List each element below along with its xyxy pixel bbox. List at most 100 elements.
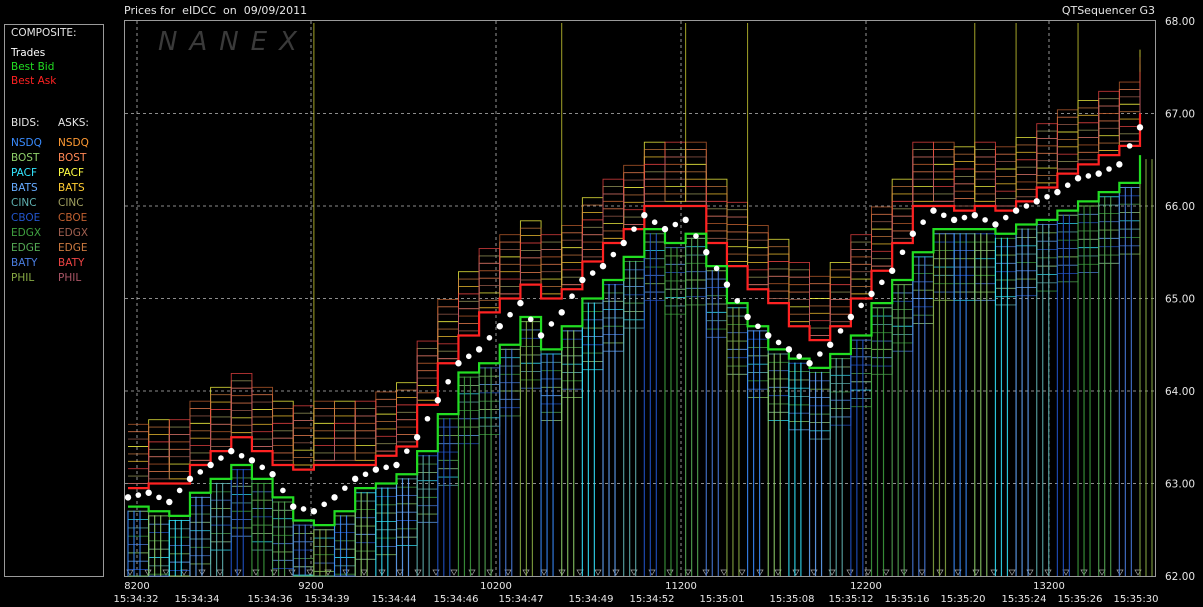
trade-point xyxy=(413,434,421,441)
trade-point xyxy=(517,299,524,307)
trade-point xyxy=(631,226,637,232)
trade-point xyxy=(372,466,380,473)
ask-quote-line xyxy=(128,57,1141,472)
trade-point xyxy=(1023,203,1030,209)
best-bid-line xyxy=(128,155,1142,527)
trade-point xyxy=(765,332,772,339)
trade-point xyxy=(527,316,534,323)
trade-point xyxy=(909,230,917,237)
ask-quote-line xyxy=(128,71,1141,470)
trade-point xyxy=(775,339,782,346)
trade-point xyxy=(259,464,266,471)
trade-point xyxy=(393,461,400,469)
trade-point xyxy=(827,341,834,348)
trade-point xyxy=(310,508,318,515)
trade-point xyxy=(228,447,235,455)
x-tick-mark xyxy=(288,569,296,576)
trade-point xyxy=(817,351,823,357)
x-time-tick-label: 15:35:12 xyxy=(829,594,874,605)
trade-point xyxy=(465,353,472,360)
x-tick-mark xyxy=(666,569,674,576)
trade-point xyxy=(785,346,793,353)
y-tick-label: 65.00 xyxy=(1165,294,1195,306)
x-tick-mark xyxy=(720,569,728,576)
trade-point xyxy=(693,233,699,239)
y-tick-label: 62.00 xyxy=(1165,571,1195,583)
x-time-tick-label: 15:35:30 xyxy=(1114,594,1159,605)
trade-point xyxy=(620,239,627,247)
x-time-tick-label: 15:34:46 xyxy=(434,594,479,605)
x-seq-tick-label: 11200 xyxy=(665,581,697,592)
bid-quote-line xyxy=(128,184,1141,572)
y-tick-label: 64.00 xyxy=(1165,386,1195,398)
y-tick-label: 66.00 xyxy=(1165,201,1195,213)
ask-quote-line xyxy=(128,96,1141,480)
trade-point xyxy=(248,457,256,464)
trade-point xyxy=(1095,170,1102,177)
ask-quote-line xyxy=(128,86,1141,484)
price-chart: 62.00 63.00 64.00 65.00 66.00 67.00 68.00 8200 9… xyxy=(114,16,1196,605)
x-time-tick-label: 15:34:49 xyxy=(569,594,614,605)
best-ask-line xyxy=(128,113,1142,490)
x-tick-mark xyxy=(270,569,278,576)
trade-point xyxy=(1136,124,1144,131)
trade-point xyxy=(1106,166,1112,172)
ask-quote-line xyxy=(128,86,1141,484)
bid-quote-line xyxy=(128,203,1141,577)
ask-quote-line xyxy=(128,79,1141,477)
x-seq-tick-label: 9200 xyxy=(298,581,323,592)
x-tick-mark xyxy=(414,569,422,576)
trade-point xyxy=(703,249,710,256)
trade-point xyxy=(847,313,855,321)
trade-point xyxy=(651,219,658,225)
trade-point xyxy=(868,290,875,298)
trade-point xyxy=(124,494,132,501)
trade-point xyxy=(1085,173,1092,179)
trade-point xyxy=(1012,207,1020,214)
trade-point xyxy=(351,475,359,483)
trade-point xyxy=(218,455,224,461)
x-tick-mark xyxy=(846,569,854,576)
y-tick-label: 63.00 xyxy=(1165,479,1195,491)
trade-point xyxy=(661,225,669,233)
x-tick-mark xyxy=(360,569,368,576)
trade-point xyxy=(331,494,338,501)
x-tick-mark xyxy=(792,569,800,576)
trade-point xyxy=(971,212,978,219)
trade-point xyxy=(723,281,731,288)
trade-point xyxy=(321,501,328,508)
bid-quote-line xyxy=(128,159,1141,577)
trade-point xyxy=(888,267,896,274)
trade-point xyxy=(166,498,173,506)
trade-point xyxy=(186,475,194,483)
bid-quote-line xyxy=(128,187,1141,577)
trade-point xyxy=(950,216,958,224)
x-time-tick-label: 15:35:26 xyxy=(1058,594,1103,605)
trade-point xyxy=(558,309,565,316)
trade-point xyxy=(837,328,844,334)
trade-point xyxy=(300,506,307,512)
trade-point xyxy=(537,332,545,339)
trade-point xyxy=(548,321,555,327)
trade-point xyxy=(290,503,297,510)
trade-point xyxy=(796,353,803,360)
trade-point xyxy=(940,212,947,219)
trade-point xyxy=(1126,143,1133,149)
trade-point xyxy=(280,487,286,494)
x-tick-mark xyxy=(540,569,548,576)
trade-point xyxy=(734,298,741,304)
trade-point xyxy=(1044,193,1050,200)
trade-point xyxy=(744,313,751,321)
trade-point xyxy=(342,485,348,491)
trade-point xyxy=(899,249,906,256)
x-seq-tick-label: 10200 xyxy=(480,581,512,592)
trade-point xyxy=(641,212,648,219)
y-tick-label: 68.00 xyxy=(1165,16,1195,28)
trade-point xyxy=(858,302,864,309)
trade-point xyxy=(424,415,431,422)
x-seq-tick-label: 13200 xyxy=(1033,581,1065,592)
trade-point xyxy=(404,448,410,454)
y-tick-label: 67.00 xyxy=(1165,109,1195,121)
x-seq-tick-label: 12200 xyxy=(850,581,882,592)
x-time-tick-label: 15:34:47 xyxy=(499,594,544,605)
